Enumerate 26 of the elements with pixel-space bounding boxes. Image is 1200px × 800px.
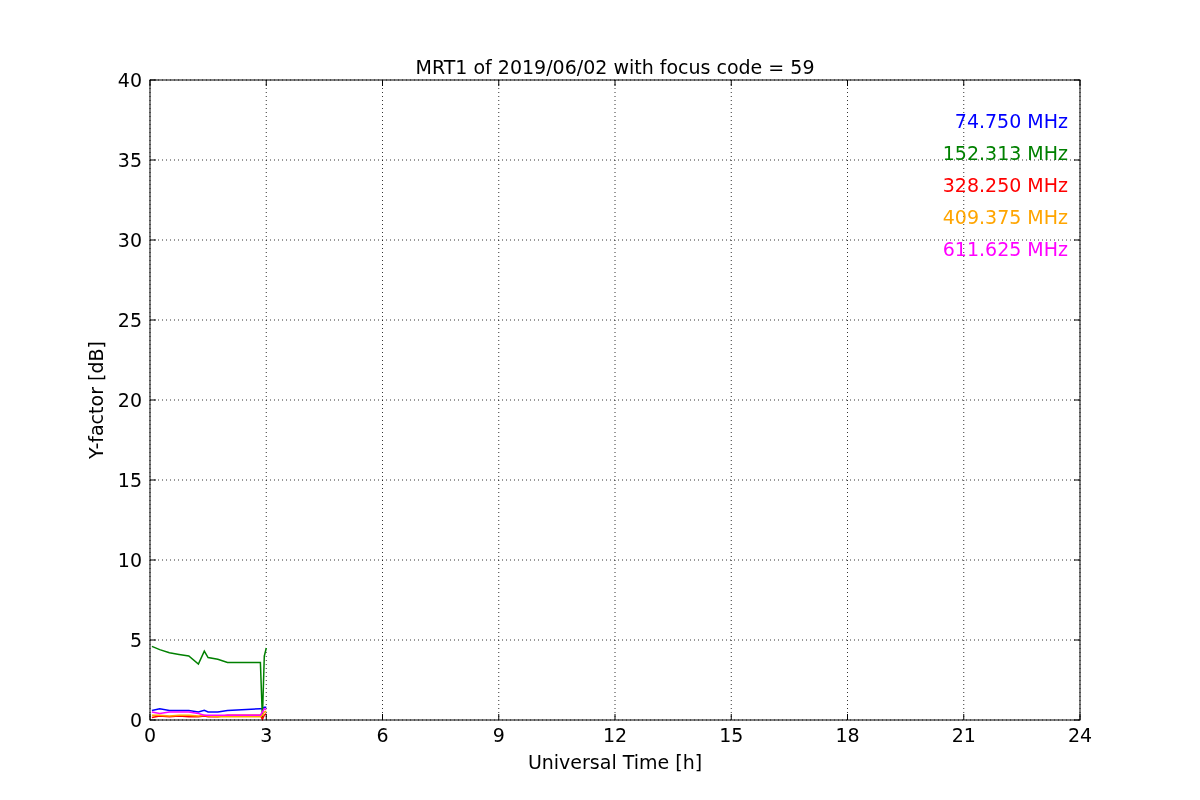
x-tick-label: 24 — [1067, 724, 1093, 746]
y-tick-label: 20 — [117, 389, 142, 411]
x-tick-label: 0 — [143, 724, 157, 746]
legend-label: 152.313 MHz — [942, 142, 1068, 164]
y-tick-label: 40 — [117, 69, 142, 91]
x-tick-label: 6 — [376, 724, 389, 746]
legend-label: 611.625 MHz — [942, 238, 1068, 260]
y-tick-label: 35 — [117, 149, 142, 171]
y-axis-label: Y-factor [dB] — [85, 341, 107, 459]
x-tick-label: 3 — [260, 724, 273, 746]
x-tick-label: 12 — [602, 724, 628, 746]
legend-label: 74.750 MHz — [954, 110, 1068, 132]
y-tick-label: 15 — [117, 469, 142, 491]
x-tick-label: 21 — [951, 724, 976, 746]
y-tick-label: 30 — [117, 229, 142, 251]
y-tick-label: 10 — [117, 549, 142, 571]
y-tick-label: 0 — [129, 709, 142, 731]
chart-title: MRT1 of 2019/06/02 with focus code = 59 — [415, 56, 815, 78]
x-tick-label: 18 — [835, 724, 860, 746]
y-tick-label: 25 — [117, 309, 142, 331]
legend-label: 328.250 MHz — [942, 174, 1068, 196]
x-tick-label: 9 — [492, 724, 505, 746]
x-tick-label: 15 — [719, 724, 744, 746]
y-tick-label: 5 — [129, 629, 142, 651]
x-axis-label: Universal Time [h] — [527, 751, 703, 773]
legend-label: 409.375 MHz — [942, 206, 1068, 228]
